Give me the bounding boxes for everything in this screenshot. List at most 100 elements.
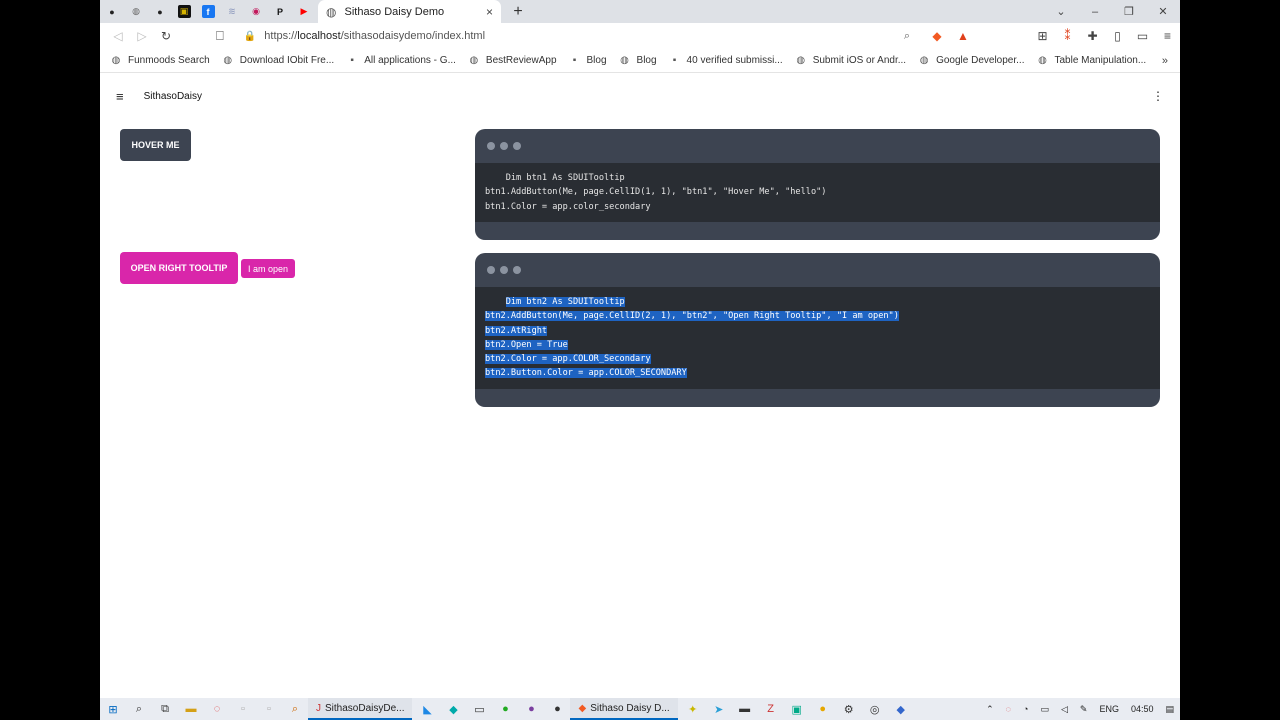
app-icon[interactable]: ◌	[1006, 704, 1011, 714]
app-icon[interactable]: ✦	[680, 698, 706, 720]
pinned-tab[interactable]: P	[268, 0, 292, 23]
zoom-icon[interactable]: ⌕	[904, 30, 910, 43]
app-icon[interactable]: ◎	[862, 698, 888, 720]
bookmark-item[interactable]: ◍ Blog	[619, 55, 656, 67]
code-block-2[interactable]: Dim btn2 As SDUITooltip btn2.AddButton(Me…	[475, 287, 1160, 389]
forward-button[interactable]: ▷	[130, 29, 154, 43]
url-path: /sithasodaisydemo/index.html	[340, 30, 486, 42]
cn-icon: ▪	[350, 55, 354, 66]
clock[interactable]: 04:50	[1131, 704, 1154, 714]
monitor-icon[interactable]: ▭	[466, 698, 492, 720]
bookmark-item[interactable]: ◍ BestReviewApp	[468, 55, 557, 67]
bookmark-item[interactable]: ◍ Table Manipulation...	[1036, 55, 1146, 67]
filezilla-icon[interactable]: Z	[758, 698, 784, 720]
bookmarks-more-icon[interactable]: »	[1162, 55, 1168, 67]
bookmark-item[interactable]: ▪ Blog	[569, 55, 607, 67]
menu-icon[interactable]: ≡	[1155, 29, 1180, 43]
tab-search-icon[interactable]: ⌄	[1044, 5, 1078, 18]
vscode-icon[interactable]: ◣	[414, 698, 440, 720]
b4j-icon: J	[316, 702, 321, 714]
app-icon[interactable]: ●	[518, 698, 544, 720]
app-icon[interactable]: ◆	[440, 698, 466, 720]
hover-me-button[interactable]: HOVER ME	[120, 129, 191, 161]
app-icon[interactable]: ▫	[230, 698, 256, 720]
bookmark-icon[interactable]: ⎕	[216, 28, 224, 44]
hamburger-menu-icon[interactable]: ≡	[116, 89, 124, 104]
task-view-icon[interactable]: ⧉	[152, 698, 178, 720]
p-icon: P	[276, 6, 283, 17]
windows-start-icon[interactable]: ⊞	[100, 698, 126, 720]
network-icon[interactable]: ◔	[1023, 704, 1028, 714]
code-line: btn2.AtRight	[485, 325, 548, 336]
close-window-button[interactable]: ✕	[1146, 5, 1180, 18]
pinned-tab[interactable]: f	[196, 0, 220, 23]
taskbar-app-brave[interactable]: ◆ Sithaso Daisy D...	[570, 698, 678, 720]
volume-icon[interactable]: ◁	[1061, 704, 1068, 715]
bookmark-item[interactable]: ◍ Download IObit Fre...	[222, 55, 334, 67]
code-block-1[interactable]: Dim btn1 As SDUITooltip btn1.AddButton(Me…	[475, 163, 1160, 222]
bookmark-item[interactable]: ◍ Submit iOS or Andr...	[795, 55, 906, 67]
pinned-tab[interactable]: ▣	[172, 0, 196, 23]
bookmark-label: Submit iOS or Andr...	[812, 55, 907, 66]
new-tab-button[interactable]: +	[505, 3, 531, 21]
wallet-icon[interactable]: ▭	[1130, 29, 1155, 43]
pen-icon[interactable]: ✎	[1080, 704, 1088, 715]
window-controls: ⌄ – ❐ ✕	[1044, 0, 1180, 23]
puzzle-icon[interactable]: ✚	[1080, 29, 1105, 43]
language-indicator[interactable]: ENG	[1099, 704, 1119, 714]
translate-icon[interactable]: ⊞	[1030, 29, 1055, 43]
sidebar-icon[interactable]: ▯	[1105, 29, 1130, 43]
tab-active[interactable]: ◍ Sithaso Daisy Demo ×	[318, 0, 501, 23]
app-icon[interactable]: ◆	[888, 698, 914, 720]
bookmark-item[interactable]: ◍ Funmoods Search	[110, 55, 210, 67]
more-vertical-icon[interactable]: ⋮	[1152, 89, 1164, 103]
bookmark-label: Google Developer...	[936, 55, 1025, 66]
notifications-icon[interactable]: ▤	[1165, 704, 1174, 715]
brave-shields-icon[interactable]: ◆	[924, 29, 950, 43]
browser-window: ● ◍ ● ▣ f ≋ ◉ P ▶ ◍ Sithaso Daisy Demo × + ⌄ – ❐…	[100, 0, 1180, 720]
pinned-tab[interactable]: ◍	[124, 0, 148, 23]
pinned-tab[interactable]: ●	[100, 0, 124, 23]
search-tool-icon[interactable]: ⌕	[282, 698, 308, 720]
code-line: Dim btn2 As SDUITooltip	[505, 297, 625, 307]
battery-icon[interactable]: ▭	[1040, 704, 1049, 715]
whatsapp-icon[interactable]: ●	[492, 698, 518, 720]
system-tray: ⌃ ◌ ◔ ▭ ◁ ✎ ENG 04:50 ▤	[980, 704, 1180, 715]
chevron-up-icon[interactable]: ⌃	[986, 704, 994, 715]
bookmark-item[interactable]: ◍ Google Developer...	[918, 55, 1025, 67]
url-text[interactable]: https://localhost/sithasodaisydemo/index…	[264, 30, 904, 42]
back-button[interactable]: ◁	[106, 29, 130, 43]
app-icon[interactable]: ▣	[784, 698, 810, 720]
lock-icon[interactable]: 🔒	[244, 31, 256, 42]
pinned-tab[interactable]: ≋	[220, 0, 244, 23]
bookmark-label: BestReviewApp	[485, 55, 557, 66]
minimize-button[interactable]: –	[1078, 6, 1112, 18]
reload-button[interactable]: ↻	[154, 29, 178, 43]
telegram-icon[interactable]: ➤	[706, 698, 732, 720]
brave-icons: ◆ ▲	[924, 29, 976, 43]
app-icon[interactable]: ●	[810, 698, 836, 720]
bookmark-item[interactable]: ▪ 40 verified submissi...	[669, 55, 783, 67]
open-right-tooltip-button[interactable]: OPEN RIGHT TOOLTIP	[120, 252, 238, 284]
restore-button[interactable]: ❐	[1112, 5, 1146, 18]
code-line: btn2.AddButton(Me, page.CellID(2, 1), "b…	[485, 311, 899, 322]
search-icon[interactable]: ⌕	[126, 698, 152, 720]
pinned-tabs: ● ◍ ● ▣ f ≋ ◉ P ▶	[100, 0, 316, 23]
terminal-icon[interactable]: ▬	[732, 698, 758, 720]
windows-taskbar: ⊞ ⌕ ⧉ ▬ ◌ ▫ ▫ ⌕ J SithasoDaisyDe... ◣ ◆ …	[100, 698, 1180, 720]
settings-icon[interactable]: ⚙	[836, 698, 862, 720]
pinned-tab[interactable]: ▶	[292, 0, 316, 23]
app-icon[interactable]: ◌	[204, 698, 230, 720]
address-bar[interactable]: ⎕ 🔒 https://localhost/sithasodaisydemo/i…	[208, 25, 918, 47]
extension-icon[interactable]: ⁑	[1055, 29, 1080, 43]
close-tab-icon[interactable]: ×	[486, 5, 493, 19]
pinned-tab[interactable]: ◉	[244, 0, 268, 23]
bookmark-item[interactable]: ▪ All applications - G...	[346, 55, 456, 67]
code-mockup-2: Dim btn2 As SDUITooltip btn2.AddButton(Me…	[475, 253, 1160, 407]
taskbar-app-b4j[interactable]: J SithasoDaisyDe...	[308, 698, 413, 720]
app-icon[interactable]: ▫	[256, 698, 282, 720]
brave-rewards-icon[interactable]: ▲	[950, 29, 976, 43]
github-icon[interactable]: ●	[544, 698, 570, 720]
pinned-tab[interactable]: ●	[148, 0, 172, 23]
file-explorer-icon[interactable]: ▬	[178, 698, 204, 720]
